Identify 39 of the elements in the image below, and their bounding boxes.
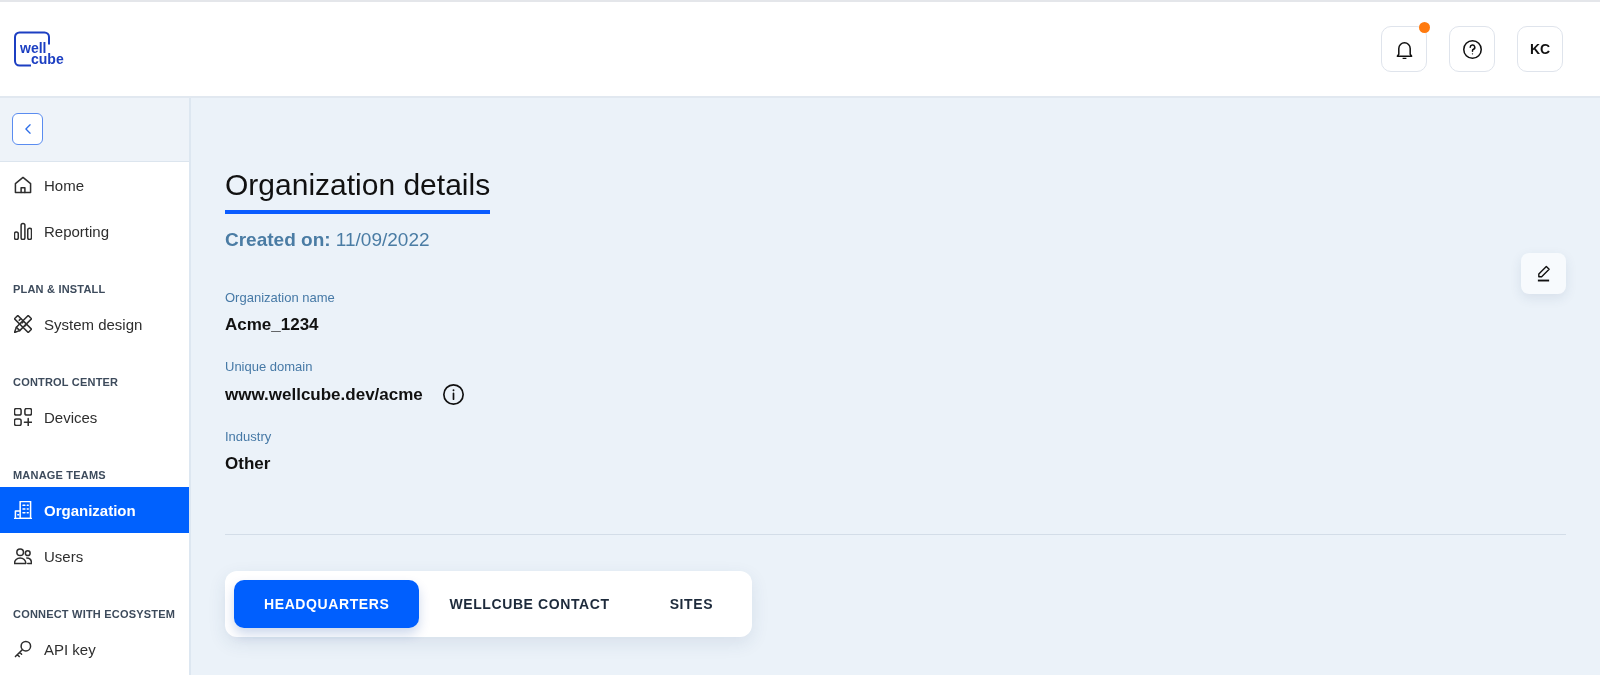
sidebar-item[interactable]: Reporting: [0, 208, 189, 254]
field-value: www.wellcube.dev/acme: [225, 384, 423, 405]
page-title: Organization details: [225, 167, 491, 214]
field-label: Industry: [225, 429, 272, 445]
field-label: Unique domain: [225, 359, 313, 375]
section-heading: CONTROL CENTER: [13, 376, 119, 388]
key-icon: [14, 640, 32, 658]
collapse-sidebar-button[interactable]: [12, 113, 43, 145]
sidebar-item[interactable]: Home: [0, 162, 189, 208]
help-button[interactable]: [1449, 26, 1495, 72]
info-icon[interactable]: [442, 384, 464, 405]
section-heading: CONNECT WITH ECOSYSTEM: [13, 608, 176, 620]
tab[interactable]: SITES: [639, 580, 744, 628]
sidebar-item[interactable]: Organization: [0, 487, 189, 533]
field-value: Other: [225, 454, 271, 474]
sidebar-item[interactable]: System design: [0, 301, 189, 347]
section-heading: PLAN & INSTALL: [13, 283, 106, 295]
edit-button[interactable]: [1521, 253, 1566, 294]
pencil-ruler-icon: [14, 315, 32, 333]
sidebar-item[interactable]: Users: [0, 533, 189, 579]
field-value: Acme_1234: [225, 315, 319, 335]
bell-icon: [1394, 39, 1414, 59]
building-icon: [14, 501, 32, 519]
section-heading: MANAGE TEAMS: [13, 469, 106, 481]
sidebar-item[interactable]: Devices: [0, 394, 189, 440]
help-icon: [1462, 39, 1482, 59]
chevron-left-icon: [24, 124, 31, 134]
pencil-icon: [1536, 265, 1551, 282]
users-icon: [14, 547, 32, 565]
grid-plus-icon: [14, 408, 32, 426]
sidebar-item[interactable]: API key: [0, 626, 189, 672]
logo: well cube: [14, 31, 66, 67]
field-label: Organization name: [225, 290, 335, 306]
tab[interactable]: WELLCUBE CONTACT: [419, 580, 640, 628]
home-icon: [14, 176, 32, 194]
created-date-text: Created on: 11/09/2022: [225, 228, 430, 252]
tab[interactable]: HEADQUARTERS: [234, 580, 420, 628]
account-button[interactable]: KC: [1517, 26, 1563, 72]
bar-chart-icon: [14, 222, 32, 240]
